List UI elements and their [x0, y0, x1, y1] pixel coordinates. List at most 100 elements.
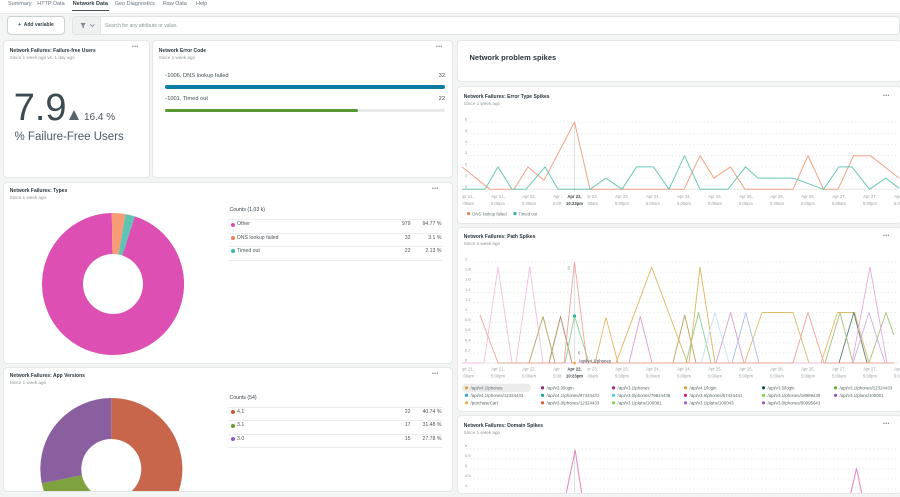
svg-text:5:00am: 5:00am [832, 200, 846, 205]
svg-text:10:23pm: 10:23pm [566, 200, 583, 205]
svg-text:/api/v4.1/phones/67424431: /api/v4.1/phones/67424431 [547, 393, 600, 398]
svg-text:/api/v3.0/phones/12324433: /api/v3.0/phones/12324433 [547, 400, 600, 405]
svg-text:5:00am: 5:00am [460, 373, 474, 378]
svg-text:/api/v3.1/plans/100081: /api/v3.1/plans/100081 [618, 400, 663, 405]
svg-text:Apr 26,: Apr 26, [801, 193, 815, 198]
svg-text:/api/v3.0/login: /api/v3.0/login [547, 385, 575, 390]
svg-text:5:00am: 5:00am [770, 373, 784, 378]
svg-text:5:00am: 5:00am [646, 200, 660, 205]
svg-text:10:23pm: 10:23pm [566, 373, 583, 378]
svg-text:2: 2 [465, 161, 468, 166]
svg-text:/api/v4.1/phones: /api/v4.1/phones [579, 358, 612, 363]
svg-text:Apr 25,: Apr 25, [708, 366, 722, 371]
svg-text:/api/v3.1/phones: /api/v3.1/phones [618, 385, 651, 390]
svg-text:Apr 22,: Apr 22, [567, 366, 581, 371]
svg-text:Apr 23,: Apr 23, [615, 193, 629, 198]
svg-text:/api/v3.1/phones/12324433: /api/v3.1/phones/12324433 [839, 385, 892, 390]
svg-text:5:00pm: 5:00pm [801, 200, 815, 205]
svg-text:5:00am: 5:00am [708, 373, 722, 378]
svg-text:5:00am: 5:00am [894, 200, 900, 205]
svg-text:3.5: 3.5 [465, 493, 471, 494]
svg-text:Apr 25,: Apr 25, [739, 366, 753, 371]
svg-text:3: 3 [465, 150, 468, 155]
svg-text:Apr 24,: Apr 24, [646, 366, 660, 371]
svg-text:Apr 22,: Apr 22, [522, 193, 536, 198]
svg-text:Apr 24,: Apr 24, [646, 193, 660, 198]
svg-text:5:00am: 5:00am [460, 200, 474, 205]
svg-text:Apr 26,: Apr 26, [801, 366, 815, 371]
svg-text:Apr 21,: Apr 21, [491, 193, 505, 198]
svg-text:5:00am: 5:00am [522, 373, 536, 378]
svg-text:Apr 21,: Apr 21, [491, 366, 505, 371]
svg-text:6: 6 [465, 116, 468, 121]
svg-text:5:00pm: 5:00pm [677, 373, 691, 378]
svg-text:/api/v3.0/phones/99995643: /api/v3.0/phones/99995643 [767, 400, 820, 405]
svg-text:Apr 22,: Apr 22, [567, 193, 581, 198]
svg-text:Apr 22,: Apr 22, [522, 366, 536, 371]
svg-text:Timed out: Timed out [518, 211, 538, 216]
svg-text:5:00pm: 5:00pm [801, 373, 815, 378]
svg-text:Apr 23,: Apr 23, [615, 366, 629, 371]
svg-text:Apr 24,: Apr 24, [677, 193, 691, 198]
svg-text:DNS lookup failed: DNS lookup failed [472, 211, 507, 216]
svg-text:/api/v3.0/phones/79824438: /api/v3.0/phones/79824438 [618, 393, 671, 398]
svg-text:1: 1 [465, 172, 468, 177]
svg-text:Apr 21,: Apr 21, [460, 366, 474, 371]
svg-text:Apr 25,: Apr 25, [739, 193, 753, 198]
svg-text:5:00pm: 5:00pm [739, 373, 753, 378]
svg-text:/api/v3.5/login: /api/v3.5/login [767, 385, 795, 390]
svg-text:/api/v3.1/plans/100043: /api/v3.1/plans/100043 [689, 400, 734, 405]
svg-text:Apr 27,: Apr 27, [863, 366, 877, 371]
svg-text:5:00pm: 5:00pm [863, 373, 877, 378]
svg-text:5:00am: 5:00am [708, 200, 722, 205]
svg-text:3: 3 [568, 265, 571, 270]
svg-text:5:00am: 5:00am [770, 200, 784, 205]
svg-text:Apr 24,: Apr 24, [677, 366, 691, 371]
svg-text:/api/v4.1/login: /api/v4.1/login [689, 385, 717, 390]
svg-text:2: 2 [465, 256, 468, 261]
svg-text:/api/v4.1/phones: /api/v4.1/phones [471, 385, 504, 390]
svg-text:Apr 26,: Apr 26, [770, 193, 784, 198]
svg-text:5:00pm: 5:00pm [677, 200, 691, 205]
svg-text:Apr 28,: Apr 28, [894, 366, 900, 371]
svg-text:Apr 28,: Apr 28, [894, 193, 900, 198]
svg-text:Apr 27,: Apr 27, [832, 193, 846, 198]
svg-text:1.8: 1.8 [465, 266, 471, 271]
svg-text:4: 4 [465, 139, 468, 144]
svg-text:Apr 21,: Apr 21, [460, 193, 474, 198]
svg-text:0: 0 [465, 183, 468, 188]
svg-text:5:00pm: 5:00pm [491, 373, 505, 378]
svg-text:/api/v3.1/plans/100001: /api/v3.1/plans/100001 [839, 393, 884, 398]
svg-text:1.6: 1.6 [465, 276, 471, 281]
svg-text:5:00pm: 5:00pm [491, 200, 505, 205]
svg-text:5:00pm: 5:00pm [615, 200, 629, 205]
svg-text:4: 4 [465, 483, 468, 488]
svg-text:/purchaseCart: /purchaseCart [471, 400, 499, 405]
svg-text:/api/v4.1/phones/12324433: /api/v4.1/phones/12324433 [471, 393, 524, 398]
svg-text:5:00pm: 5:00pm [863, 200, 877, 205]
svg-text:5:00pm: 5:00pm [739, 200, 753, 205]
svg-text:/api/v3.6/phones/67424431: /api/v3.6/phones/67424431 [689, 393, 742, 398]
svg-text:5:00am: 5:00am [646, 373, 660, 378]
svg-text:Apr 27,: Apr 27, [863, 193, 877, 198]
svg-text:Apr 26,: Apr 26, [770, 366, 784, 371]
svg-text:1: 1 [465, 306, 468, 311]
svg-text:5:00pm: 5:00pm [615, 373, 629, 378]
svg-text:4.5: 4.5 [465, 473, 471, 478]
svg-text:5: 5 [465, 127, 468, 132]
svg-text:5:00am: 5:00am [894, 373, 900, 378]
svg-text:Apr 25,: Apr 25, [708, 193, 722, 198]
svg-text:0.6: 0.6 [465, 327, 471, 332]
svg-text:5:00am: 5:00am [832, 373, 846, 378]
svg-text:/api/v3.1/phones/18989439: /api/v3.1/phones/18989439 [767, 393, 820, 398]
svg-text:0.4: 0.4 [465, 337, 471, 342]
svg-text:5: 5 [465, 463, 468, 468]
svg-text:1.4: 1.4 [465, 286, 471, 291]
svg-text:Apr 27,: Apr 27, [832, 366, 846, 371]
svg-text:1.2: 1.2 [465, 296, 471, 301]
svg-text:6: 6 [465, 443, 468, 448]
svg-text:5:00am: 5:00am [522, 200, 536, 205]
svg-text:0.8: 0.8 [465, 317, 471, 322]
svg-text:0.2: 0.2 [465, 347, 471, 352]
svg-text:0: 0 [578, 350, 581, 355]
